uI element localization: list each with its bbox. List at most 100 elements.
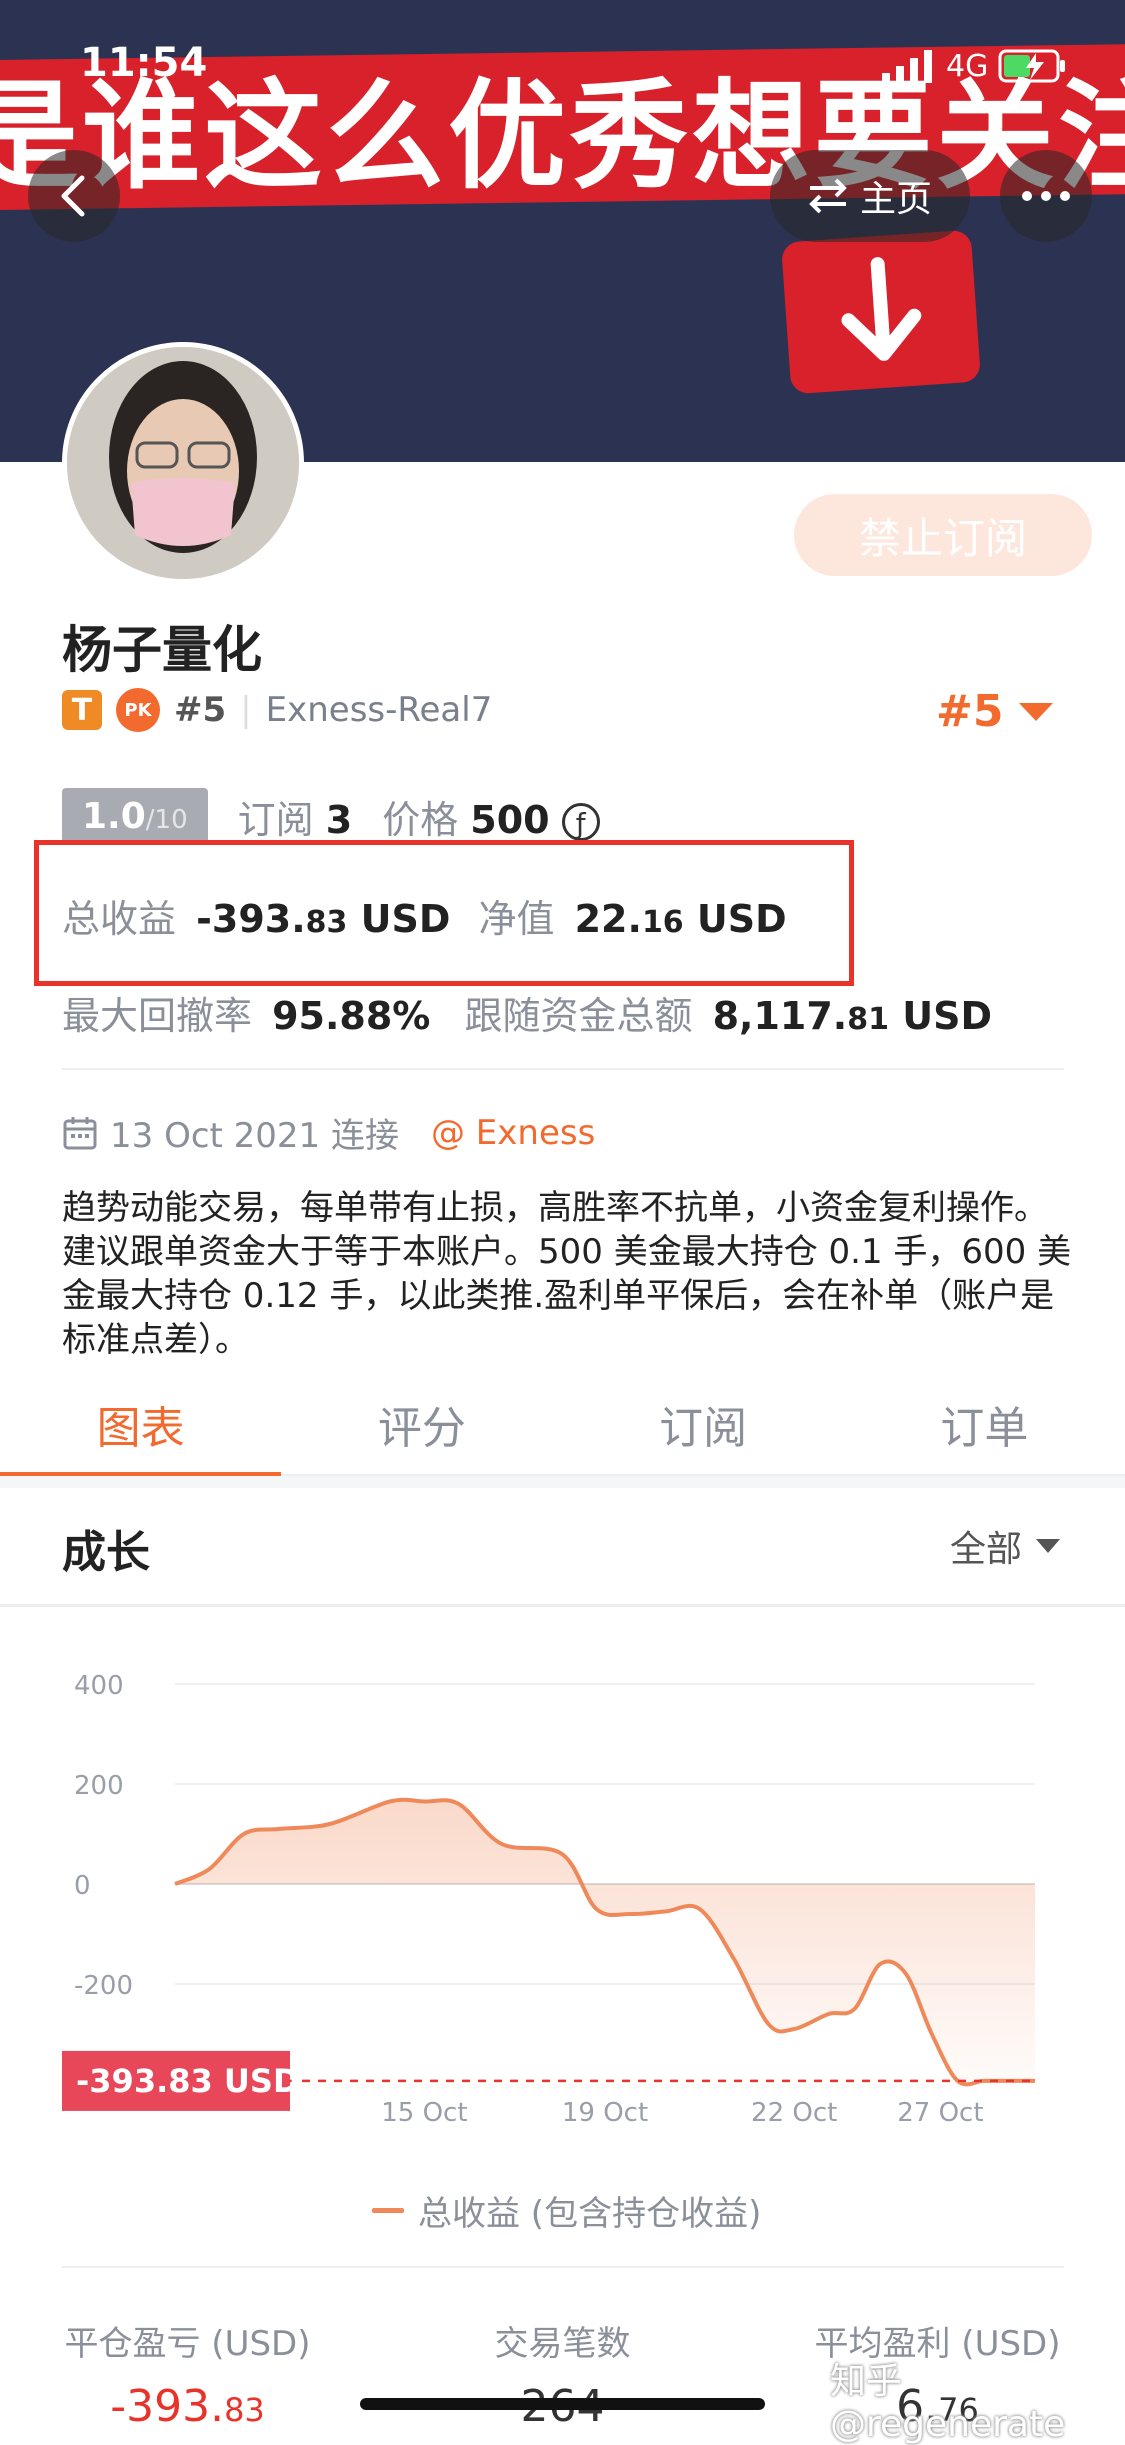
arrow-down-icon xyxy=(841,257,922,361)
joined-row: 13 Oct 2021 连接 @ Exness xyxy=(62,1108,595,1157)
caret-down-icon xyxy=(1019,702,1054,721)
total-profit-dec: 83 xyxy=(305,905,348,940)
subscriptions-label: 订阅 xyxy=(237,798,314,842)
total-profit-unit: USD xyxy=(360,897,451,941)
price-label: 价格 xyxy=(382,798,459,842)
drawdown-follow-row: 最大回撤率 95.88% 跟随资金总额 8,117.81 USD xyxy=(62,985,992,1040)
tag-divider: | xyxy=(240,690,252,730)
total-profit-value: -393.83 USD xyxy=(196,897,450,941)
total-profit-int: -393. xyxy=(196,897,306,941)
closed-pnl-label: 平仓盈亏 (USD) xyxy=(64,2324,311,2364)
joined-date: 13 Oct 2021 连接 xyxy=(110,1116,399,1156)
status-indicators: 4G xyxy=(880,48,1068,84)
divider xyxy=(62,2266,1064,2268)
tab-orders[interactable]: 订单 xyxy=(844,1378,1125,1474)
avatar[interactable] xyxy=(62,342,304,584)
calendar-icon xyxy=(63,1116,97,1149)
legend-label: 总收益 (包含持仓收益) xyxy=(418,2194,762,2234)
battery-icon xyxy=(998,49,1066,83)
follow-funds-unit: USD xyxy=(902,994,992,1038)
home-label: 主页 xyxy=(859,179,932,220)
follow-funds-label: 跟随资金总额 xyxy=(464,994,693,1038)
network-type: 4G xyxy=(946,48,989,84)
range-filter[interactable]: 全部 xyxy=(950,1520,1061,1572)
status-time: 11:54 xyxy=(80,40,208,86)
legend-swatch xyxy=(372,2208,404,2213)
follow-funds-dec: 81 xyxy=(847,1002,889,1037)
watermark: 知乎 @regenerate xyxy=(830,2361,1066,2445)
trade-count-label: 交易笔数 xyxy=(494,2324,631,2364)
pk-badge: PK xyxy=(116,688,160,732)
subscriptions-value: 3 xyxy=(325,798,353,842)
swap-icon xyxy=(809,178,847,214)
back-button[interactable] xyxy=(28,150,120,242)
y-tick-label: 0 xyxy=(74,1871,91,1901)
trader-badge: T xyxy=(62,690,102,730)
rank-dropdown[interactable]: #5 xyxy=(936,686,1054,737)
equity-dec: 16 xyxy=(641,905,684,940)
growth-chart[interactable]: 400 200 0 -200 15 Oct 19 Oct 22 Oct 27 Oct -39… xyxy=(0,1640,1125,2160)
max-drawdown-value: 95.88% xyxy=(272,994,431,1038)
total-profit-label: 总收益 xyxy=(62,897,177,941)
chart-legend: 总收益 (包含持仓收益) xyxy=(372,2186,761,2235)
currency-icon: ƒ xyxy=(561,803,600,841)
y-axis-ticks: 400 200 0 -200 xyxy=(74,1671,133,2001)
tab-chart[interactable]: 图表 xyxy=(0,1378,282,1477)
closed-pnl-int: -393. xyxy=(110,2381,225,2432)
x-axis-ticks: 15 Oct 19 Oct 22 Oct 27 Oct xyxy=(381,2098,983,2128)
tab-subscribe[interactable]: 订阅 xyxy=(563,1378,844,1474)
subscriptions-stat: 订阅 3 xyxy=(238,789,353,844)
series-area xyxy=(175,1799,1035,2085)
equity-int: 22. xyxy=(574,897,642,941)
x-tick-label: 19 Oct xyxy=(562,2098,648,2128)
price-stat: 价格 500 ƒ xyxy=(382,789,600,844)
section-gap xyxy=(0,1476,1125,1488)
tab-bar: 图表 评分 订阅 订单 xyxy=(0,1378,1125,1477)
profit-equity-row: 总收益 -393.83 USD 净值 22.16 USD xyxy=(62,888,787,943)
caret-down-icon xyxy=(1036,1539,1061,1553)
profile-name: 杨子量化 xyxy=(62,621,262,679)
x-tick-label: 15 Oct xyxy=(381,2098,467,2128)
profile-tags: T PK #5 | Exness-Real7 xyxy=(62,688,492,732)
profile-bio: 趋势动能交易，每单带有止损，高胜率不抗单，小资金复利操作。建议跟单资金大于等于本… xyxy=(62,1188,1072,1360)
trade-count-stat: 交易笔数 264 xyxy=(375,2316,750,2432)
tab-rating[interactable]: 评分 xyxy=(281,1378,562,1474)
divider xyxy=(62,1068,1064,1070)
y-tick-label: 400 xyxy=(74,1671,124,1701)
account-name: Exness-Real7 xyxy=(265,690,493,730)
score-max: /10 xyxy=(145,805,188,835)
max-drawdown-label: 最大回撤率 xyxy=(62,994,253,1038)
score-badge: 1.0/10 xyxy=(62,788,208,845)
banner-arrow-sign xyxy=(780,229,982,395)
rank-text: #5 xyxy=(174,690,227,730)
y-tick-label: 200 xyxy=(74,1771,124,1801)
follow-funds-int: 8,117. xyxy=(712,994,848,1038)
growth-title: 成长 xyxy=(62,1527,150,1578)
range-filter-label: 全部 xyxy=(950,1529,1023,1570)
broker-link[interactable]: @ Exness xyxy=(431,1113,595,1153)
rank-dropdown-label: #5 xyxy=(936,686,1004,737)
equity-value: 22.16 USD xyxy=(575,897,787,941)
equity-unit: USD xyxy=(696,897,787,941)
chart-separator xyxy=(0,1604,1125,1607)
price-value: 500 xyxy=(470,798,550,842)
y-tick-label: -200 xyxy=(74,1971,133,2001)
score-value: 1.0 xyxy=(82,796,146,837)
x-tick-label: 22 Oct xyxy=(751,2098,837,2128)
follow-funds-value: 8,117.81 USD xyxy=(713,994,992,1038)
equity-label: 净值 xyxy=(478,897,555,941)
more-dots-icon xyxy=(1022,191,1070,201)
subscribe-button[interactable]: 禁止订阅 xyxy=(794,494,1092,576)
home-button[interactable]: 主页 xyxy=(770,150,970,242)
more-button[interactable] xyxy=(1000,150,1092,242)
stats-row-1: 1.0/10 订阅 3 价格 500 ƒ xyxy=(62,788,600,845)
closed-pnl-dec: 83 xyxy=(224,2391,265,2429)
x-tick-label: 27 Oct xyxy=(897,2098,983,2128)
current-value-label: -393.83 USD xyxy=(76,2062,300,2100)
home-indicator[interactable] xyxy=(360,2398,765,2410)
avatar-image xyxy=(67,347,299,579)
signal-icon xyxy=(882,50,932,83)
chevron-left-icon xyxy=(61,175,85,217)
closed-pnl-stat: 平仓盈亏 (USD) -393.83 xyxy=(0,2316,375,2432)
closed-pnl-value: -393.83 xyxy=(0,2381,375,2432)
